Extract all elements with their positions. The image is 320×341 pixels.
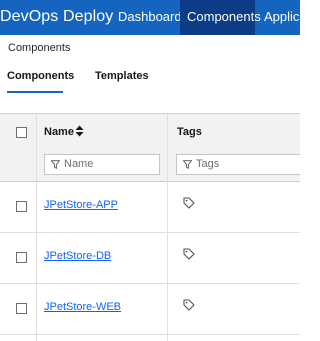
tab-templates[interactable]: Templates bbox=[95, 70, 149, 82]
table-row: JPetStore-WEB bbox=[0, 284, 300, 335]
tags-filter-input[interactable]: Tags bbox=[176, 154, 300, 175]
active-tab-indicator bbox=[7, 91, 63, 93]
nav-dashboard[interactable]: Dashboard bbox=[110, 0, 182, 35]
breadcrumb: Components bbox=[8, 42, 71, 54]
filter-icon bbox=[51, 160, 60, 169]
select-all-checkbox[interactable] bbox=[16, 127, 27, 138]
component-link[interactable]: JPetStore-APP bbox=[44, 199, 118, 211]
table-row: JPetStore-DB bbox=[0, 233, 300, 284]
row-checkbox[interactable] bbox=[16, 201, 27, 212]
table-header-row: Name Tags Name Tags bbox=[0, 114, 300, 182]
app-brand[interactable]: DevOps Deploy bbox=[0, 0, 113, 35]
tab-components[interactable]: Components bbox=[7, 70, 74, 82]
tag-icon[interactable] bbox=[183, 248, 195, 260]
sort-icon[interactable] bbox=[75, 125, 84, 137]
name-filter-input[interactable]: Name bbox=[44, 154, 160, 175]
name-filter-placeholder: Name bbox=[64, 158, 94, 170]
component-link[interactable]: JPetStore-DB bbox=[44, 250, 111, 262]
tag-icon[interactable] bbox=[183, 299, 195, 311]
nav-applications[interactable]: Applica bbox=[255, 0, 300, 35]
tab-bar: Components Templates bbox=[0, 62, 300, 94]
column-header-tags[interactable]: Tags bbox=[177, 126, 202, 138]
nav-components[interactable]: Components bbox=[180, 0, 261, 35]
column-divider bbox=[36, 114, 37, 341]
filter-icon bbox=[183, 160, 192, 169]
table-row: JPetStore-APP bbox=[0, 182, 300, 233]
column-header-name[interactable]: Name bbox=[44, 126, 74, 138]
component-link[interactable]: JPetStore-WEB bbox=[44, 301, 121, 313]
column-divider bbox=[167, 114, 168, 341]
tags-filter-placeholder: Tags bbox=[196, 158, 220, 170]
row-checkbox[interactable] bbox=[16, 303, 27, 314]
tag-icon[interactable] bbox=[183, 197, 195, 209]
components-table: Name Tags Name Tags JPetStore-APP JPetSt… bbox=[0, 113, 300, 341]
top-nav-bar: DevOps Deploy Dashboard Components Appli… bbox=[0, 0, 300, 35]
row-checkbox[interactable] bbox=[16, 252, 27, 263]
